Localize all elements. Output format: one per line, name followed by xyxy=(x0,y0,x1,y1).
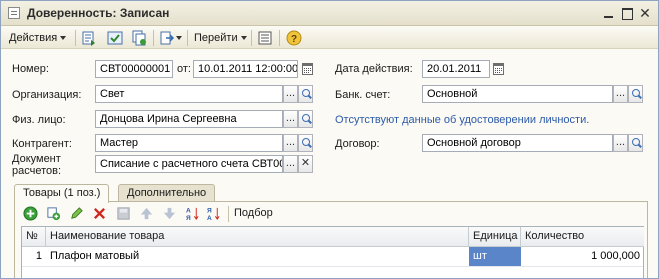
post-and-close-icon[interactable] xyxy=(81,30,97,46)
identity-notice-link[interactable]: Отсутствуют данные об удостоверении личн… xyxy=(335,114,589,126)
unit-cell[interactable]: шт xyxy=(469,247,521,266)
toolbar-separator xyxy=(228,206,229,222)
goods-table: № Наименование товара Единица Количество… xyxy=(21,226,644,278)
payment-document-field[interactable]: Списание с расчетного счета СВТ00 xyxy=(95,155,283,173)
document-icon xyxy=(8,7,20,19)
add-row-icon[interactable] xyxy=(23,206,38,221)
select-contractor-button[interactable]: ... xyxy=(283,134,298,152)
tab-additional-label: Дополнительно xyxy=(127,187,207,199)
toolbar-separator xyxy=(279,30,280,46)
payment-document-label-line1: Документ xyxy=(12,153,61,165)
sort-ascending-icon[interactable]: А Я xyxy=(185,206,200,221)
column-header-unit[interactable]: Единица xyxy=(469,227,521,247)
based-on-icon[interactable] xyxy=(159,30,175,46)
toolbar-separator xyxy=(251,30,252,46)
svg-text:А: А xyxy=(186,208,191,215)
contractor-label: Контрагент: xyxy=(12,138,72,150)
maximize-button[interactable] xyxy=(620,6,634,20)
actions-menu-label: Действия xyxy=(9,32,58,44)
date-from-field[interactable]: 10.01.2011 12:00:00 xyxy=(193,60,298,78)
search-icon[interactable] xyxy=(298,134,313,152)
search-icon[interactable] xyxy=(628,134,643,152)
valid-date-field[interactable]: 20.01.2011 xyxy=(422,60,490,78)
close-button[interactable]: ✕ xyxy=(638,6,652,20)
delete-row-icon[interactable] xyxy=(92,206,107,221)
main-toolbar: Действия Перейти ? xyxy=(1,27,658,49)
select-person-button[interactable]: ... xyxy=(283,110,298,128)
svg-text:Я: Я xyxy=(207,208,212,215)
select-contract-button[interactable]: ... xyxy=(613,134,628,152)
column-header-name[interactable]: Наименование товара xyxy=(46,227,469,247)
calendar-icon[interactable] xyxy=(302,63,313,75)
copy-row-icon[interactable] xyxy=(46,206,61,221)
chevron-down-icon xyxy=(240,36,247,41)
goto-menu-button[interactable]: Перейти xyxy=(194,29,247,47)
select-bank-account-button[interactable]: ... xyxy=(613,85,628,103)
post-document-icon[interactable] xyxy=(107,30,123,46)
tab-goods-label: Товары (1 поз.) xyxy=(23,187,101,199)
product-name-cell[interactable]: Плафон матовый xyxy=(46,247,469,266)
toolbar-separator xyxy=(187,30,188,46)
person-label: Физ. лицо: xyxy=(12,114,66,126)
end-edit-icon[interactable] xyxy=(116,206,131,221)
column-header-number[interactable]: № xyxy=(22,227,46,247)
title-bar: Доверенность: Записан ✕ xyxy=(1,1,658,26)
payment-document-label-line2: расчетов: xyxy=(12,165,62,177)
chevron-down-icon xyxy=(60,36,67,41)
copy-document-icon[interactable] xyxy=(131,30,147,46)
payment-document-label: Документ расчетов: xyxy=(12,153,61,177)
toolbar-separator xyxy=(75,30,76,46)
move-up-icon[interactable] xyxy=(139,206,154,221)
select-organization-button[interactable]: ... xyxy=(283,85,298,103)
contract-field[interactable]: Основной договор xyxy=(422,134,613,152)
bank-account-label: Банк. счет: xyxy=(335,89,391,101)
valid-date-label: Дата действия: xyxy=(335,63,413,75)
contract-label: Договор: xyxy=(335,138,380,150)
window-title: Доверенность: Записан xyxy=(27,6,170,20)
goods-tab-panel: А Я Я А Подбор № Наименование товара Еди… xyxy=(14,201,648,278)
sort-descending-icon[interactable]: Я А xyxy=(206,206,221,221)
goods-toolbar: А Я Я А Подбор xyxy=(15,204,647,224)
help-icon[interactable]: ? xyxy=(286,30,302,46)
minimize-button[interactable] xyxy=(602,6,616,20)
person-field[interactable]: Донцова Ирина Сергеевна xyxy=(95,110,283,128)
search-icon[interactable] xyxy=(298,110,313,128)
contractor-field[interactable]: Мастер xyxy=(95,134,283,152)
actions-menu-button[interactable]: Действия xyxy=(9,29,67,47)
tab-additional[interactable]: Дополнительно xyxy=(118,184,216,202)
calendar-icon[interactable] xyxy=(493,63,504,75)
date-from-label: от: xyxy=(177,63,191,75)
number-label: Номер: xyxy=(12,63,49,75)
organization-label: Организация: xyxy=(12,89,82,101)
search-icon[interactable] xyxy=(298,85,313,103)
tab-goods[interactable]: Товары (1 поз.) xyxy=(14,184,110,203)
column-header-quantity[interactable]: Количество xyxy=(521,227,644,247)
bank-account-field[interactable]: Основной xyxy=(422,85,613,103)
clear-icon[interactable]: ✕ xyxy=(298,155,313,173)
chevron-down-icon[interactable] xyxy=(176,36,182,40)
structure-icon[interactable] xyxy=(257,30,273,46)
row-number-cell[interactable]: 1 xyxy=(22,247,46,266)
select-payment-document-button[interactable]: ... xyxy=(283,155,298,173)
move-down-icon[interactable] xyxy=(162,206,177,221)
document-window: Доверенность: Записан ✕ Действия Перейти… xyxy=(0,0,659,279)
row-divider xyxy=(22,266,643,267)
organization-field[interactable]: Свет xyxy=(95,85,283,103)
svg-text:А: А xyxy=(207,215,212,221)
search-icon[interactable] xyxy=(628,85,643,103)
edit-row-icon[interactable] xyxy=(69,206,84,221)
quantity-cell[interactable]: 1 000,000 xyxy=(521,247,644,266)
selection-button[interactable]: Подбор xyxy=(234,204,273,222)
goto-menu-label: Перейти xyxy=(194,32,238,44)
svg-text:Я: Я xyxy=(186,215,191,221)
number-field[interactable]: СВТ00000001 xyxy=(95,60,173,78)
toolbar-separator xyxy=(153,30,154,46)
svg-text:?: ? xyxy=(291,34,297,45)
